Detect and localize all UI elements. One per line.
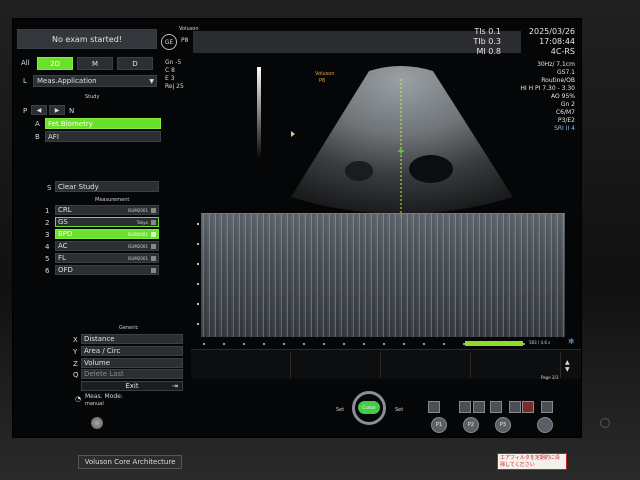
next-key: N xyxy=(69,107,75,115)
prev-page-button[interactable]: ◀ xyxy=(31,105,47,115)
trackball-indicator-icon xyxy=(91,417,103,429)
meas-key-5: 5 xyxy=(45,255,50,263)
device-label: Voluson Core Architecture xyxy=(78,455,182,469)
ge-logo-icon: GE xyxy=(161,34,177,50)
cursor-button[interactable]: Cursor xyxy=(358,401,380,414)
meas-key-3: 3 xyxy=(45,231,50,239)
page-indicator: Page 2/3 xyxy=(541,375,559,380)
print-icon[interactable] xyxy=(459,401,471,413)
meas-status-box xyxy=(151,220,156,225)
meas-bpd[interactable]: BPD ISUM2001 xyxy=(55,229,159,239)
meas-app-key: L xyxy=(23,77,27,85)
study-fet-biometry[interactable]: Fet.Biometry xyxy=(45,118,161,129)
meas-status-box xyxy=(151,208,156,213)
clear-study-button[interactable]: Clear Study xyxy=(55,181,159,192)
probe-label: P8 xyxy=(181,37,189,44)
generic-area-circ[interactable]: Area / Circ xyxy=(81,346,183,356)
study-afi[interactable]: AFI xyxy=(45,131,161,142)
meas-mode-value: manual xyxy=(85,401,104,407)
generic-delete-last[interactable]: Delete Last xyxy=(81,369,183,379)
meas-key-6: 6 xyxy=(45,267,50,275)
p2-button[interactable]: P2 xyxy=(463,417,479,433)
meas-status-box xyxy=(151,232,156,237)
set-left-label: Set xyxy=(336,407,345,413)
meas-status-box xyxy=(151,256,156,261)
gain-info: Gn -5 C 8 E 3 Rej 25 xyxy=(165,59,184,90)
edit-tool-icon[interactable] xyxy=(541,401,553,413)
bmode-sector-image xyxy=(291,66,513,219)
settings-button-icon[interactable] xyxy=(537,417,553,433)
study-key-a: A xyxy=(35,120,40,128)
p3-button[interactable]: P3 xyxy=(495,417,511,433)
meas-mode-icon: ◔ xyxy=(75,395,82,403)
generic-key-z: Z xyxy=(73,360,78,368)
cine-counter: 583 / 4.6 s xyxy=(529,340,551,345)
meas-gs[interactable]: GS Tokyo xyxy=(55,217,159,227)
dropdown-arrow-icon: ▼ xyxy=(149,77,154,85)
mode-tab-2d[interactable]: 2D xyxy=(37,57,73,70)
mmode-trace xyxy=(201,213,565,337)
meas-mode-label: Meas. Mode: xyxy=(85,393,123,400)
pointer-tool-icon[interactable] xyxy=(509,401,521,413)
clear-study-key: S xyxy=(47,184,52,192)
thumbnail-slot[interactable] xyxy=(291,352,381,378)
study-header: Study xyxy=(85,94,100,100)
arrow-right-icon: ▶ xyxy=(54,106,60,114)
meas-application-select[interactable]: Meas.Application ▼ xyxy=(33,75,157,87)
generic-key-x: X xyxy=(73,336,78,344)
p1-button[interactable]: P1 xyxy=(431,417,447,433)
meas-status-box xyxy=(151,268,156,273)
generic-volume[interactable]: Volume xyxy=(81,358,183,368)
pen-tool-icon[interactable] xyxy=(428,401,440,413)
exam-status-banner: No exam started! xyxy=(17,29,157,49)
date-label: 2025/03/26 xyxy=(528,27,575,36)
meas-key-4: 4 xyxy=(45,243,50,251)
filter-warning-sticker: エアフィルタを定期的に清掃してください xyxy=(497,453,567,470)
probe-model-label: 4C-RS xyxy=(550,47,575,56)
next-page-button[interactable]: ▶ xyxy=(49,105,65,115)
exit-icon: ⇥ xyxy=(172,382,178,390)
report-icon[interactable] xyxy=(522,401,534,413)
store-image-icon[interactable] xyxy=(490,401,502,413)
thumbnail-slot[interactable] xyxy=(381,352,471,378)
thumbnail-strip xyxy=(191,349,581,379)
generic-header: Generic xyxy=(119,325,139,331)
generic-distance[interactable]: Distance xyxy=(81,334,183,344)
exit-button[interactable]: Exit ⇥ xyxy=(81,381,183,391)
power-indicator-icon xyxy=(600,418,610,428)
arrow-left-icon: ◀ xyxy=(36,106,42,114)
set-right-label: Set xyxy=(395,407,404,413)
meas-fl[interactable]: FL ISUM2001 xyxy=(55,253,159,263)
mode-tab-m[interactable]: M xyxy=(77,57,113,70)
mode-tab-d[interactable]: D xyxy=(117,57,153,70)
generic-key-y: Y xyxy=(73,348,78,356)
time-label: 17:08:44 xyxy=(539,37,575,46)
prev-key: P xyxy=(23,107,28,115)
meas-key-2: 2 xyxy=(45,219,50,227)
study-key-b: B xyxy=(35,133,40,141)
meas-key-1: 1 xyxy=(45,207,50,215)
meas-status-box xyxy=(151,244,156,249)
image-probe-label: P8 xyxy=(319,78,326,84)
mmode-depth-scale xyxy=(195,213,201,343)
meas-crl[interactable]: CRL ISUM2001 xyxy=(55,205,159,215)
grayscale-bar xyxy=(257,67,261,161)
snowflake-icon: ❄ xyxy=(568,337,575,346)
save-icon[interactable] xyxy=(473,401,485,413)
patient-info-bar xyxy=(193,31,521,53)
measurement-header: Measurement xyxy=(95,197,130,203)
meas-ac[interactable]: AC ISUM2001 xyxy=(55,241,159,251)
meas-ofd[interactable]: OFD xyxy=(55,265,159,275)
generic-key-q: Q xyxy=(73,371,79,379)
image-brand-label: Voluson xyxy=(315,71,335,77)
ultrasound-screen: No exam started! All 2D M D L Meas.Appli… xyxy=(12,18,582,438)
cine-progress-fill xyxy=(465,341,523,346)
scroll-arrows-icon[interactable]: ▲ ▼ xyxy=(565,359,570,373)
cine-progress-bar xyxy=(465,341,523,346)
mode-tab-all[interactable]: All xyxy=(21,59,30,67)
thumbnail-slot[interactable] xyxy=(201,352,291,378)
